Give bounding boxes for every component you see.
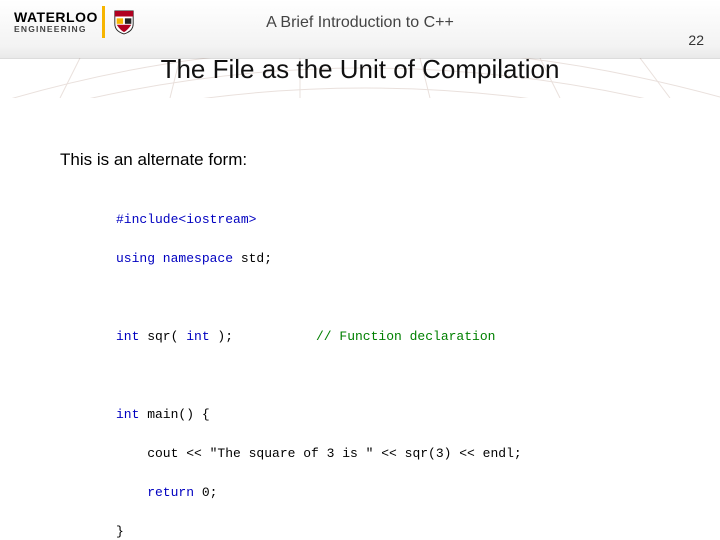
- intro-text: This is an alternate form:: [60, 150, 680, 170]
- code-line: }: [116, 522, 680, 540]
- code-line: int main() {: [116, 405, 680, 425]
- slide-header: WATERLOO ENGINEERING A Brief Introductio…: [0, 0, 720, 59]
- code-line: cout << "The square of 3 is " << sqr(3) …: [116, 444, 680, 464]
- slide-body: This is an alternate form: #include<iost…: [60, 150, 680, 540]
- document-title: A Brief Introduction to C++: [0, 14, 720, 32]
- code-line: return 0;: [116, 483, 680, 503]
- code-block: #include<iostream> using namespace std; …: [116, 190, 680, 540]
- code-line: int sqr( int ); // Function declaration: [116, 327, 680, 347]
- page-number: 22: [688, 32, 704, 48]
- code-line: [116, 288, 680, 308]
- slide-title: The File as the Unit of Compilation: [0, 54, 720, 85]
- code-line: [116, 366, 680, 386]
- code-line: #include<iostream>: [116, 210, 680, 230]
- code-comment: // Function declaration: [316, 327, 495, 347]
- code-line: using namespace std;: [116, 249, 680, 269]
